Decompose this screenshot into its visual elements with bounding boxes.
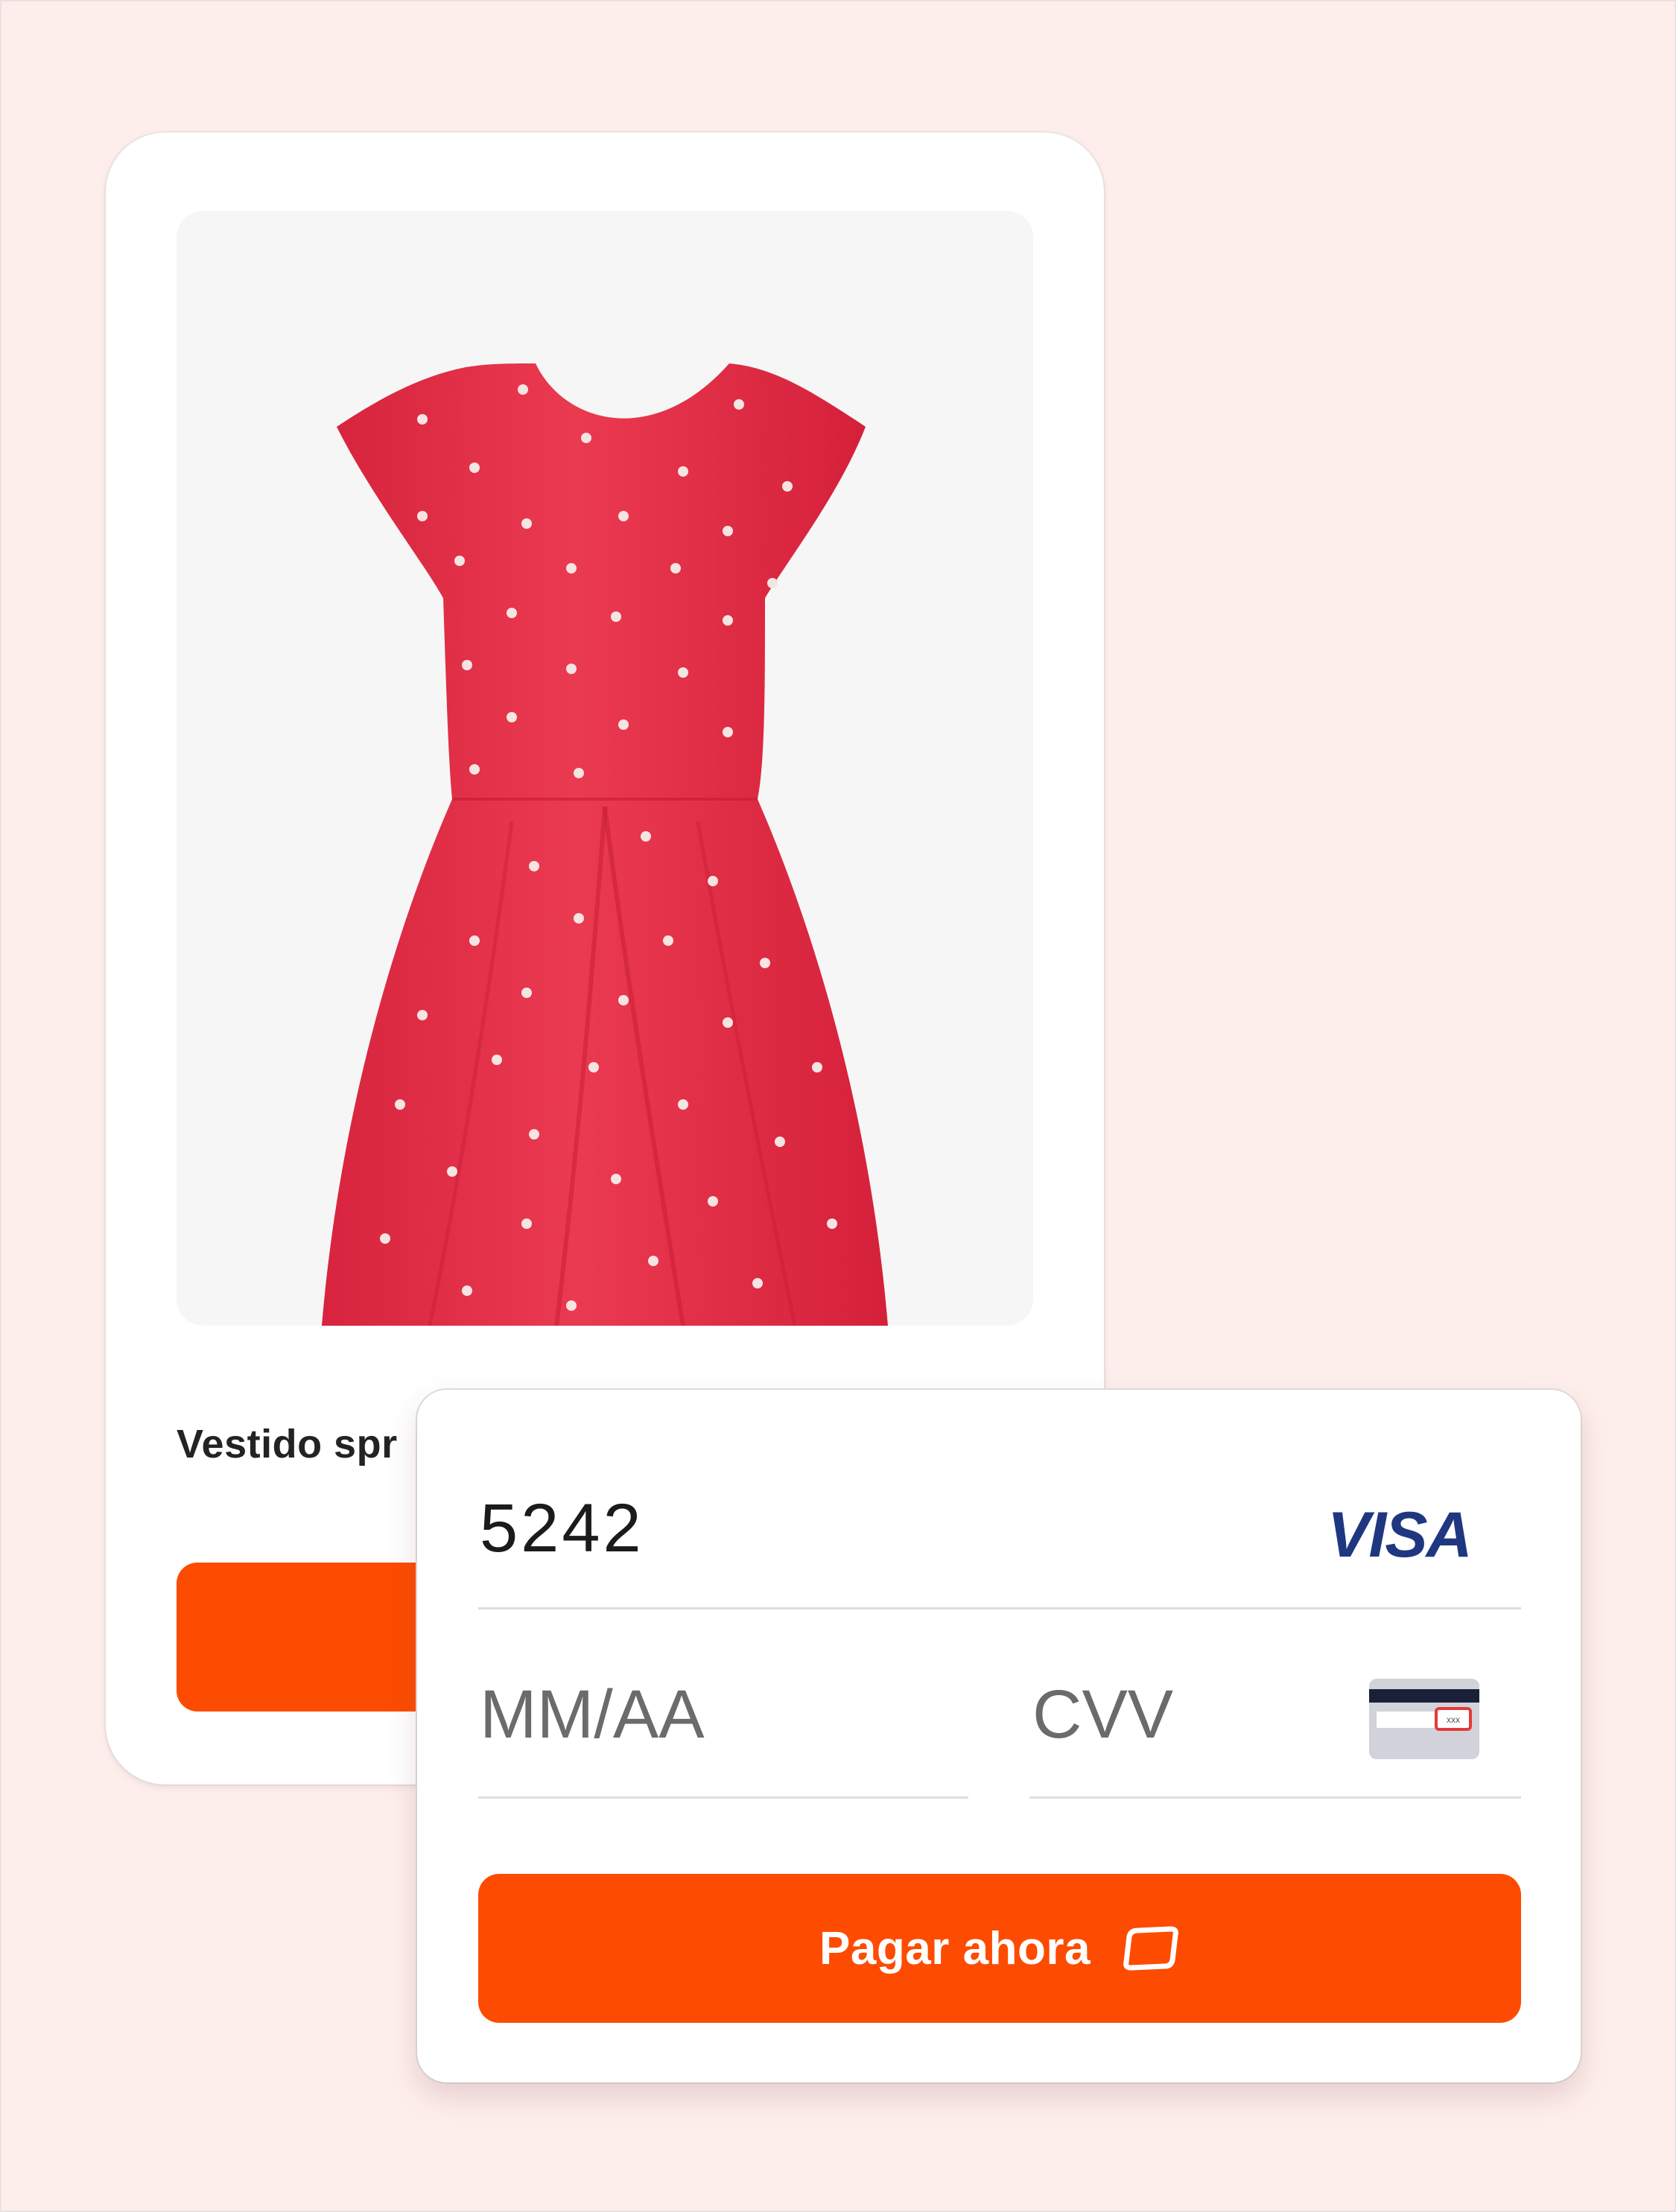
dress-bodice <box>337 363 866 799</box>
cvv-input[interactable] <box>1032 1676 1330 1754</box>
dress-image <box>322 363 888 1326</box>
expiry-date-input[interactable] <box>480 1676 927 1754</box>
svg-text:xxx: xxx <box>1447 1714 1460 1725</box>
visa-logo: VISA <box>1327 1499 1473 1571</box>
product-title: Vestido spr <box>177 1422 398 1466</box>
card-cvv-icon: xxx <box>1368 1677 1481 1764</box>
dress-skirt <box>322 799 888 1326</box>
expiry-underline <box>478 1796 968 1799</box>
payment-form: 5242 VISA xxx Pagar ahora <box>417 1390 1581 2082</box>
cvv-underline <box>1029 1796 1521 1799</box>
card-number-underline <box>478 1607 1521 1609</box>
pay-now-label: Pagar ahora <box>819 1922 1091 1974</box>
product-image <box>177 211 1033 1326</box>
card-icon <box>1120 1922 1180 1976</box>
card-number-field[interactable]: 5242 <box>480 1490 644 1568</box>
pay-now-button[interactable]: Pagar ahora <box>478 1874 1521 2023</box>
